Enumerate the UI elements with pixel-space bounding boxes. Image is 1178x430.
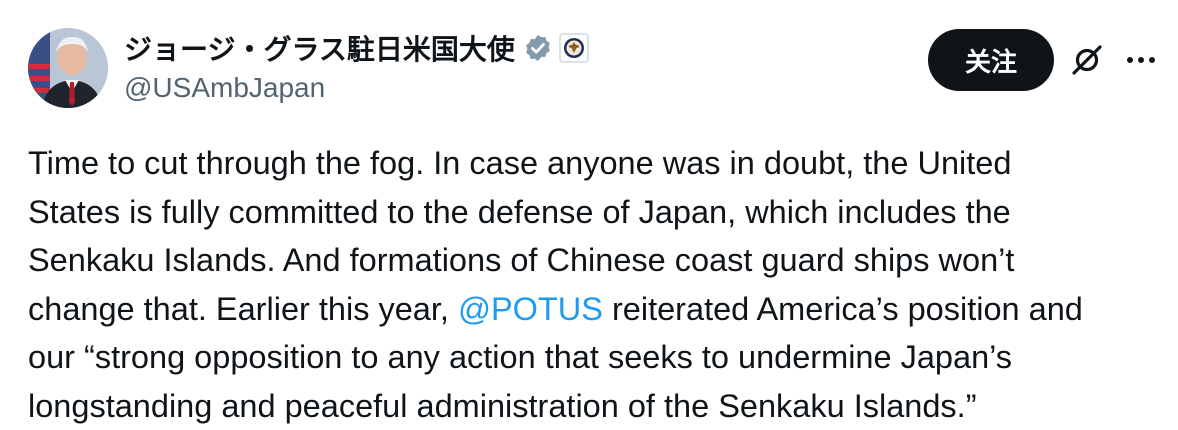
tweet-text-segment: change that. Earlier this year, — [28, 291, 458, 327]
author-info: ジョージ・グラス駐日米国大使 @USAmbJapan — [124, 26, 589, 104]
avatar-photo — [28, 28, 108, 108]
author-name-row: ジョージ・グラス駐日米国大使 — [124, 26, 589, 70]
author-handle[interactable]: @USAmbJapan — [124, 72, 589, 104]
tweet-text: Time to cut through the fog. In case any… — [28, 139, 1168, 430]
tweet-text-line: change that. Earlier this year, @POTUS r… — [28, 285, 1168, 334]
follow-button[interactable]: 关注 — [928, 29, 1054, 91]
tweet-text-line: longstanding and peaceful administration… — [28, 382, 1168, 430]
tweet-text-segment: reiterated America’s position and — [603, 291, 1083, 327]
tweet-text-line: Senkaku Islands. And formations of Chine… — [28, 236, 1168, 285]
tweet-text-line: Time to cut through the fog. In case any… — [28, 139, 1168, 188]
mention-link-potus[interactable]: @POTUS — [458, 291, 603, 327]
tweet-card: ジョージ・グラス駐日米国大使 @USAmbJapan 关注 — [0, 0, 1178, 428]
grok-icon[interactable] — [1070, 43, 1104, 77]
state-department-seal-icon[interactable] — [559, 33, 589, 63]
author-display-name[interactable]: ジョージ・グラス駐日米国大使 — [124, 28, 515, 68]
tweet-text-line: our “strong opposition to any action tha… — [28, 333, 1168, 382]
more-options-icon[interactable] — [1124, 46, 1158, 74]
tweet-text-line: States is fully committed to the defense… — [28, 188, 1168, 237]
verified-badge-icon — [523, 33, 553, 63]
avatar[interactable] — [28, 28, 108, 108]
